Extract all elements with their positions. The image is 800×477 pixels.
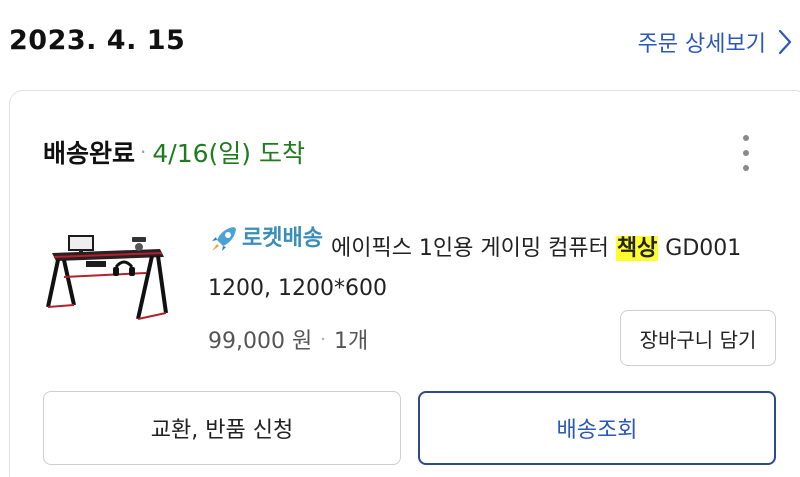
add-to-cart-button[interactable]: 장바구니 담기: [620, 310, 776, 366]
price-quantity: 99,000 원 · 1개: [208, 323, 368, 355]
product-title[interactable]: 로켓배송 에이픽스 1인용 게이밍 컴퓨터 책상 GD001 1200, 120…: [208, 219, 788, 309]
order-date: 2023. 4. 15: [9, 25, 186, 56]
arrival-date: 4/16(일) 도착: [152, 139, 305, 168]
product-price: 99,000 원: [208, 329, 313, 354]
product-name-prefix: 에이픽스 1인용 게이밍 컴퓨터: [330, 236, 616, 261]
delivery-status-label: 배송완료: [43, 139, 136, 168]
status-separator: ·: [140, 140, 147, 164]
order-detail-label: 주문 상세보기: [637, 32, 766, 57]
rocket-delivery-label: 로켓배송: [242, 226, 323, 251]
product-name-highlight: 책상: [615, 236, 659, 261]
chevron-right-icon: [778, 29, 792, 55]
rocket-delivery-badge: 로켓배송: [208, 219, 323, 259]
more-options-icon[interactable]: [736, 135, 756, 171]
order-header: 2023. 4. 15 주문 상세보기: [0, 0, 800, 82]
product-thumbnail[interactable]: [42, 227, 170, 337]
delivery-status: 배송완료 · 4/16(일) 도착: [43, 134, 305, 170]
track-delivery-button[interactable]: 배송조회: [418, 391, 776, 465]
price-separator: ·: [320, 328, 326, 350]
product-quantity: 1개: [333, 329, 369, 354]
exchange-return-button[interactable]: 교환, 반품 신청: [43, 391, 401, 465]
order-detail-link[interactable]: 주문 상세보기: [638, 26, 792, 58]
order-card: 배송완료 · 4/16(일) 도착 로켓배송 에이픽스 1인용 게이밍 컴퓨터 …: [9, 90, 800, 477]
rocket-icon: [212, 227, 236, 251]
